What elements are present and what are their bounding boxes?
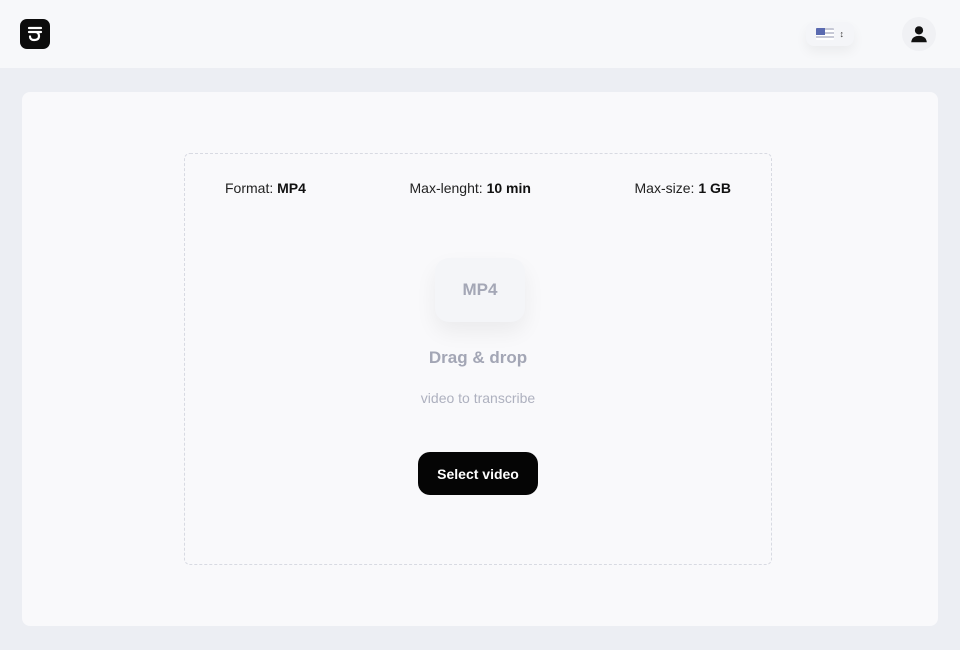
video-dropzone[interactable]: Format: MP4 Max-lenght: 10 min Max-size:… (184, 153, 772, 565)
max-length-label: Max-lenght: (409, 180, 483, 196)
format-spec: Format: MP4 (225, 180, 306, 196)
max-size-label: Max-size: (634, 180, 695, 196)
upload-specs: Format: MP4 Max-lenght: 10 min Max-size:… (225, 180, 731, 196)
updown-chevron-icon: ↕ (839, 28, 845, 39)
header-actions: ↕ (805, 17, 936, 51)
select-video-button[interactable]: Select video (418, 452, 538, 495)
drag-drop-title: Drag & drop (428, 348, 528, 367)
transcribe-logo-icon[interactable] (20, 19, 50, 49)
language-selector[interactable]: ↕ (805, 22, 854, 46)
format-value: MP4 (277, 180, 306, 196)
max-length-spec: Max-lenght: 10 min (410, 180, 531, 196)
max-size-value: 1 GB (698, 180, 731, 196)
user-avatar-icon[interactable] (902, 17, 936, 51)
file-format-badge: MP4 (435, 258, 525, 322)
us-flag-icon (815, 28, 834, 40)
top-bar: ↕ (0, 0, 960, 68)
format-label: Format: (225, 180, 274, 196)
max-size-spec: Max-size: 1 GB (635, 180, 731, 196)
upload-card: Format: MP4 Max-lenght: 10 min Max-size:… (22, 92, 938, 626)
max-length-value: 10 min (486, 180, 531, 196)
drag-drop-subtitle: video to transcribe (420, 390, 536, 406)
